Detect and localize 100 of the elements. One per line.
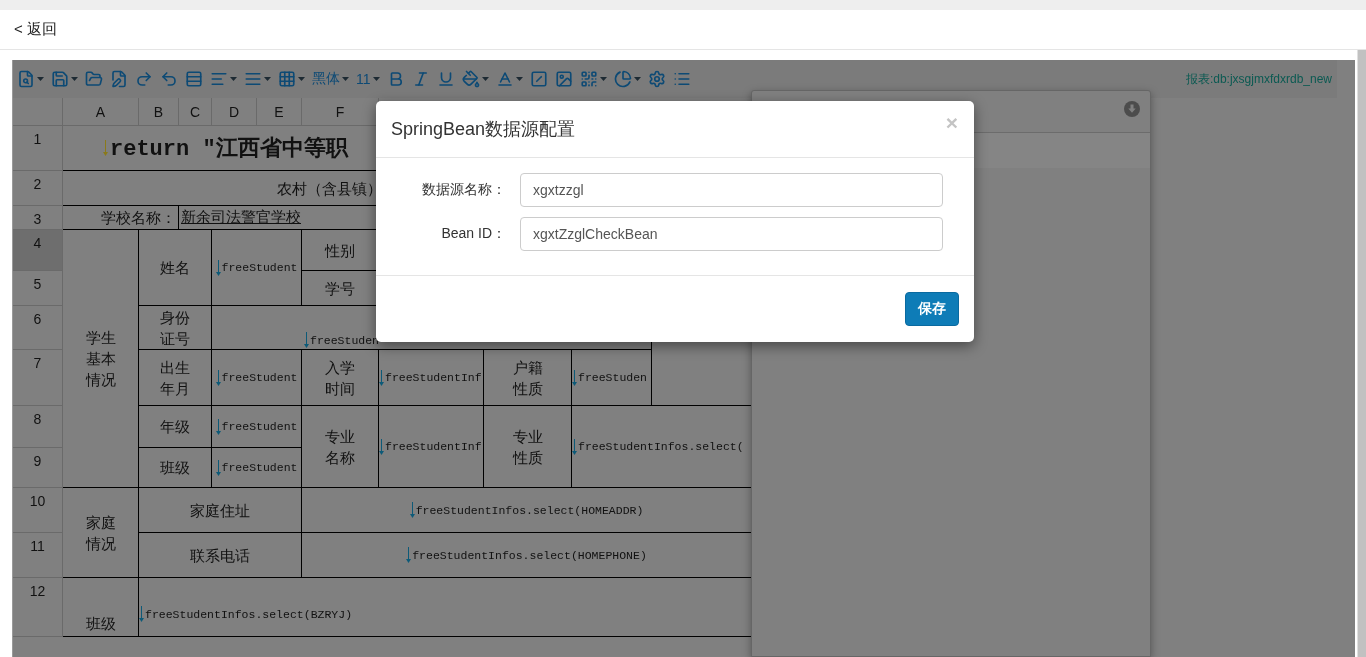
valign-icon (244, 70, 262, 88)
field-binding: freeStuden (572, 369, 647, 386)
open-icon (85, 70, 103, 88)
caret-icon (481, 77, 489, 81)
caret-icon (342, 77, 349, 81)
caret-icon (599, 77, 607, 81)
cell-text: 专业性质 (511, 426, 544, 468)
column-header[interactable]: C (179, 98, 212, 126)
align-icon (210, 70, 228, 88)
column-header[interactable]: D (212, 98, 257, 126)
edit-icon (110, 70, 128, 88)
cell-text: 入学时间 (324, 357, 356, 399)
cell-text: 性别 (325, 240, 355, 261)
row-header[interactable]: 12 (13, 578, 63, 637)
caret-icon (298, 77, 305, 81)
caret-icon (71, 77, 78, 81)
column-header[interactable]: B (139, 98, 179, 126)
cell-text: 学校名称： (101, 208, 176, 228)
download-icon[interactable] (1124, 101, 1140, 117)
rows-icon (185, 70, 203, 88)
caret-icon (230, 77, 237, 81)
cell-text: 专业名称 (324, 426, 356, 468)
cell-text: 班级 (85, 614, 116, 634)
cell-text: 姓名 (160, 258, 190, 278)
font-color-icon (495, 70, 514, 88)
field-binding: freeStudentInfos.select(HOMEADDR) (409, 502, 644, 518)
down-arrow-icon (215, 418, 221, 435)
image-icon (554, 70, 573, 88)
down-arrow-icon (304, 332, 309, 348)
row-header[interactable]: 9 (13, 448, 63, 488)
cell-text: 年级 (160, 417, 190, 437)
row-header[interactable]: 6 (13, 306, 63, 350)
cell-text: 联系电话 (190, 545, 250, 566)
row-header[interactable]: 2 (13, 171, 63, 206)
row-header[interactable]: 1 (13, 126, 63, 171)
field-binding: freeStudent (215, 369, 298, 386)
save-icon (51, 70, 69, 88)
down-arrow-icon (409, 502, 415, 518)
cell-text: 出生年月 (159, 357, 191, 399)
row-header[interactable]: 11 (13, 533, 63, 578)
field-binding: freeStudent (215, 259, 298, 276)
down-arrow-icon (572, 438, 577, 455)
down-arrow-icon (139, 606, 144, 622)
field-label: Bean ID： (440, 225, 506, 243)
caret-icon (633, 77, 641, 81)
caret-icon (264, 77, 271, 81)
expression-text: return "江西省中等职 (103, 133, 348, 163)
down-arrow-icon (572, 369, 577, 386)
down-arrow-icon (379, 369, 384, 386)
cell-text: 户籍性质 (511, 357, 544, 399)
field-binding: freeStudentInfos.select(HOMEPHONE) (406, 547, 647, 563)
fill-color-icon (461, 70, 480, 88)
back-link[interactable]: < 返回 (14, 20, 57, 39)
column-header[interactable]: A (63, 98, 139, 126)
chart-icon (613, 70, 632, 88)
cell-text: 新余司法警官学校 (181, 208, 301, 227)
down-arrow-icon (215, 459, 221, 476)
caret-icon (372, 77, 380, 81)
field-binding: freeStudentInf (379, 369, 482, 386)
row-header[interactable]: 4 (13, 230, 63, 271)
redo-icon (135, 70, 153, 88)
caret-icon (37, 77, 44, 81)
field-binding: freeStudent (215, 418, 298, 435)
cell-text: 家庭情况 (84, 512, 117, 554)
field-binding: freeStudentInfos.select( (572, 438, 744, 455)
field-label: 数据源名称： (421, 181, 506, 199)
column-header[interactable]: E (257, 98, 302, 126)
qr-code-icon (579, 70, 598, 88)
down-arrow-icon (379, 438, 384, 455)
cell-text: 农村（含县镇） (277, 178, 382, 199)
row-header[interactable]: 7 (13, 350, 63, 406)
down-arrow-icon (215, 369, 221, 386)
diagonal-icon (529, 70, 548, 88)
cell-text: 家庭住址 (190, 500, 250, 521)
caret-icon (515, 77, 523, 81)
preview-icon (17, 70, 35, 88)
settings-icon (647, 70, 666, 88)
down-arrow-icon (215, 259, 221, 276)
field-binding: freeStuden (304, 332, 379, 348)
field-binding: freeStudent (215, 459, 298, 476)
underline-icon (436, 70, 455, 88)
scrollbar[interactable] (1357, 50, 1366, 657)
input-field[interactable]: xgxtzzgl (520, 173, 943, 207)
row-header[interactable]: 8 (13, 406, 63, 448)
input-field[interactable]: xgxtZzglCheckBean (520, 217, 943, 251)
down-arrow-icon (406, 547, 412, 563)
row-header[interactable]: 10 (13, 488, 63, 533)
report-label: 报表:db:jxsgjmxfdxrdb_new (1185, 70, 1332, 88)
down-arrow-icon (103, 140, 108, 156)
cell-text: 学号 (325, 278, 355, 299)
row-header[interactable]: 3 (13, 206, 63, 230)
row-header[interactable]: 5 (13, 271, 63, 306)
field-binding: freeStudentInfos.select(BZRYJ) (139, 606, 353, 622)
undo-icon (160, 70, 178, 88)
list-icon (672, 70, 691, 88)
field-binding: freeStudentInf (379, 438, 482, 455)
save-button[interactable]: 保存 (905, 292, 959, 326)
cell-text: 班级 (160, 458, 190, 478)
cell-text: 学生基本情况 (84, 328, 117, 390)
border-icon (278, 70, 296, 88)
